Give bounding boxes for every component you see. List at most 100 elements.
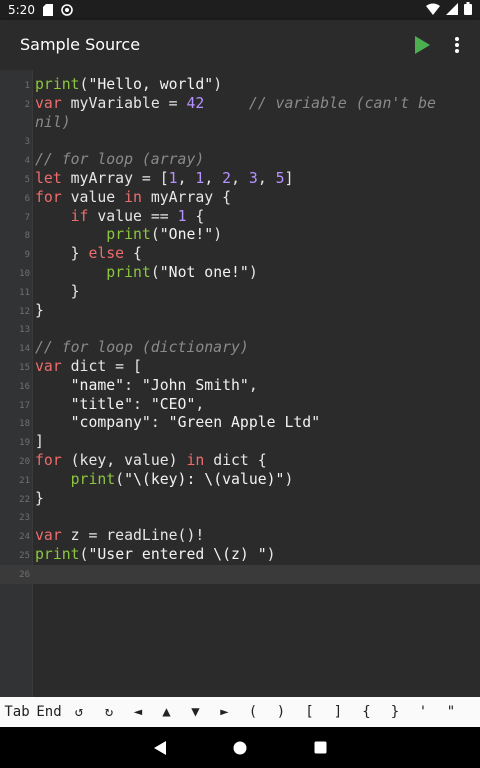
key-2[interactable]: ↺ xyxy=(64,697,94,727)
recents-button[interactable] xyxy=(280,727,360,768)
key-11[interactable]: ] xyxy=(324,697,352,727)
code-line[interactable]: 23 xyxy=(0,508,480,527)
code-text: } else { xyxy=(35,245,142,263)
key-4[interactable]: ◄ xyxy=(124,697,152,727)
vpn-icon xyxy=(61,4,73,16)
code-editor[interactable]: 1 print("Hello, world") 2 var myVariable = … xyxy=(0,70,480,697)
code-area[interactable]: 1 print("Hello, world") 2 var myVariable = … xyxy=(0,76,480,584)
line-number: 14 xyxy=(19,344,30,355)
code-line[interactable]: 18 "company": "Green Apple Ltd" xyxy=(0,414,480,433)
key-0[interactable]: Tab xyxy=(0,697,34,727)
line-number: 23 xyxy=(19,513,30,524)
code-line[interactable]: nil) xyxy=(0,114,480,133)
line-number: 9 xyxy=(24,250,30,261)
line-number: 1 xyxy=(24,81,30,91)
battery-icon xyxy=(464,2,472,18)
code-text: print("Hello, world") xyxy=(35,76,223,93)
code-text: var myVariable = 42 // variable (can't b… xyxy=(35,94,436,112)
back-button[interactable] xyxy=(120,727,200,768)
code-line[interactable]: 6 for value in myArray { xyxy=(0,189,480,208)
line-number: 15 xyxy=(19,362,30,373)
code-text: } xyxy=(35,489,44,507)
line-number: 22 xyxy=(19,494,30,505)
code-line[interactable]: 24 var z = readLine()! xyxy=(0,527,480,546)
code-line[interactable]: 11 } xyxy=(0,283,480,302)
status-bar: 5:20 xyxy=(0,0,480,20)
run-button[interactable] xyxy=(410,33,434,57)
home-button[interactable] xyxy=(200,727,280,768)
code-text: for value in myArray { xyxy=(35,188,232,206)
line-number: 21 xyxy=(19,475,30,486)
line-number: 2 xyxy=(24,99,30,110)
key-8[interactable]: ( xyxy=(239,697,267,727)
code-text: var dict = [ xyxy=(35,357,142,375)
code-line[interactable]: 22} xyxy=(0,490,480,509)
line-number: 3 xyxy=(24,137,30,148)
key-3[interactable]: ↻ xyxy=(94,697,124,727)
code-line[interactable]: 8 print("One!") xyxy=(0,226,480,245)
wifi-icon xyxy=(426,3,440,18)
key-13[interactable]: } xyxy=(381,697,409,727)
code-text: print("User entered \(z) ") xyxy=(35,545,276,563)
key-7[interactable]: ► xyxy=(210,697,239,727)
code-text: var z = readLine()! xyxy=(35,527,205,545)
code-line[interactable]: 17 "title": "CEO", xyxy=(0,396,480,415)
code-line[interactable]: 14 // for loop (dictionary) xyxy=(0,339,480,358)
key-12[interactable]: { xyxy=(352,697,381,727)
code-line[interactable]: 25 print("User entered \(z) ") xyxy=(0,546,480,565)
code-text: print("Not one!") xyxy=(106,263,258,281)
recents-icon xyxy=(314,741,326,754)
code-line[interactable]: 13 xyxy=(0,320,480,339)
code-line[interactable]: 21 print("\(key): \(value)") xyxy=(0,471,480,490)
code-line[interactable]: 26 xyxy=(0,564,480,584)
code-line[interactable]: 3 xyxy=(0,132,480,151)
key-10[interactable]: [ xyxy=(295,697,324,727)
key-15[interactable]: " xyxy=(437,697,465,727)
line-number: 7 xyxy=(24,212,30,223)
code-line[interactable]: 2 var myVariable = 42 // variable (can't … xyxy=(0,95,480,114)
signal-icon xyxy=(446,2,458,18)
code-line[interactable]: 5 let myArray = [1, 1, 2, 3, 5] xyxy=(0,170,480,189)
code-text: "company": "Green Apple Ltd" xyxy=(70,414,321,432)
page-title: Sample Source xyxy=(20,35,141,54)
home-icon xyxy=(233,741,247,754)
navigation-bar xyxy=(0,727,480,768)
line-number: 20 xyxy=(19,456,30,467)
code-line[interactable]: 19] xyxy=(0,433,480,452)
code-text: if value == 1 { xyxy=(70,207,205,225)
code-text: print("\(key): \(value)") xyxy=(70,470,294,488)
code-text: print("One!") xyxy=(106,226,223,244)
code-line[interactable]: 4 // for loop (array) xyxy=(0,151,480,170)
code-line[interactable]: 9 } else { xyxy=(0,245,480,264)
key-5[interactable]: ▲ xyxy=(152,697,181,727)
code-line[interactable]: 16 "name": "John Smith", xyxy=(0,377,480,396)
play-icon xyxy=(415,36,430,54)
key-1[interactable]: End xyxy=(34,697,64,727)
line-number: 26 xyxy=(19,569,30,580)
line-number: 18 xyxy=(19,419,30,430)
code-line[interactable]: 7 if value == 1 { xyxy=(0,208,480,227)
code-line[interactable]: 12} xyxy=(0,302,480,321)
code-line[interactable]: 20 for (key, value) in dict { xyxy=(0,452,480,471)
app-bar: Sample Source xyxy=(0,20,480,70)
line-number: 24 xyxy=(19,532,30,543)
more-vert-icon xyxy=(455,37,459,53)
code-text: let myArray = [1, 1, 2, 3, 5] xyxy=(35,169,294,187)
key-14[interactable]: ' xyxy=(409,697,437,727)
key-9[interactable]: ) xyxy=(267,697,295,727)
line-number: 10 xyxy=(19,268,30,279)
code-line[interactable]: 15 var dict = [ xyxy=(0,358,480,377)
line-number: 4 xyxy=(24,156,30,167)
code-line[interactable]: 10 print("Not one!") xyxy=(0,264,480,283)
code-text: nil) xyxy=(35,113,71,131)
back-icon xyxy=(154,740,166,755)
code-line[interactable]: 1 print("Hello, world") xyxy=(0,76,480,95)
more-options-button[interactable] xyxy=(445,33,469,57)
code-text: } xyxy=(35,301,44,319)
line-number: 5 xyxy=(24,174,30,185)
key-6[interactable]: ▼ xyxy=(181,697,210,727)
sd-card-icon xyxy=(42,4,53,16)
line-number: 8 xyxy=(24,231,30,242)
status-time: 5:20 xyxy=(8,3,35,17)
code-text: "name": "John Smith", xyxy=(70,376,258,394)
